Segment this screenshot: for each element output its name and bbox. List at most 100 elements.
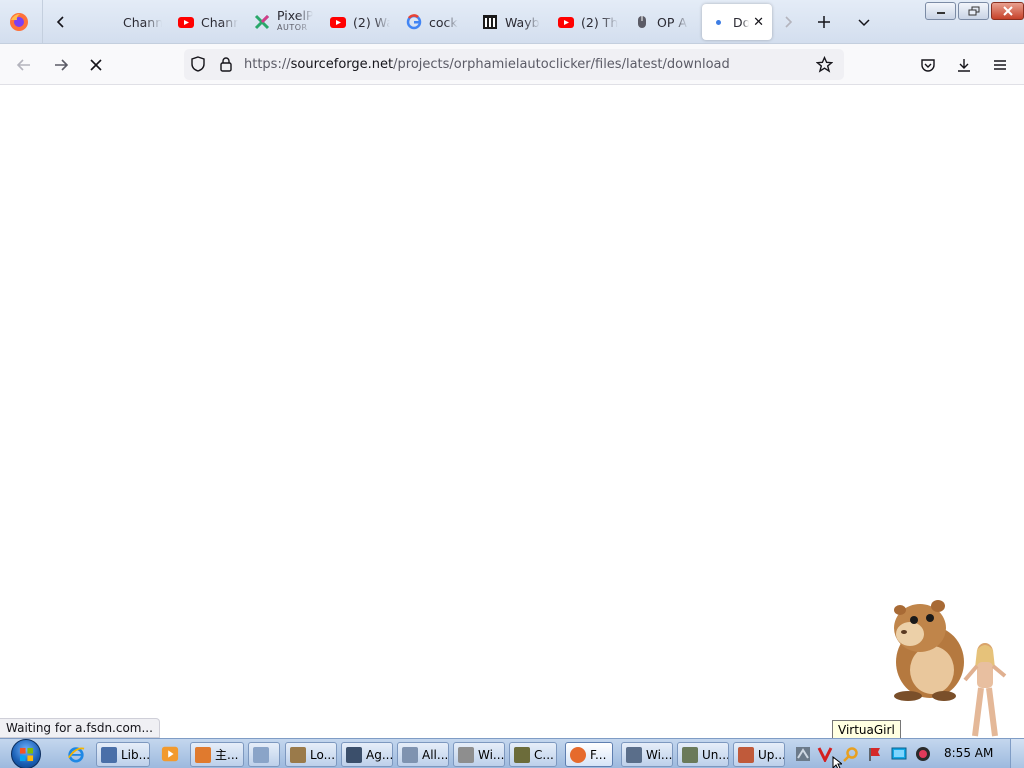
tab-list: Chann Chann PixelP AUTOR (2) Wa cock Way… — [92, 3, 778, 41]
mouse-cursor-icon — [832, 756, 842, 768]
status-panel: Waiting for a.fsdn.com... — [0, 718, 160, 738]
taskbar-label: Up... — [758, 747, 785, 762]
show-desktop-button[interactable] — [1010, 739, 1024, 768]
taskbar-button-1[interactable]: Lib... — [96, 742, 150, 767]
tab-label: Wayb — [505, 14, 540, 30]
forward-button[interactable] — [50, 54, 72, 76]
stop-loading-button[interactable] — [85, 54, 107, 76]
downloads-button[interactable] — [953, 54, 975, 76]
taskbar-label: Lo... — [310, 747, 336, 762]
restore-button[interactable] — [958, 2, 989, 20]
tab-label: PixelP — [277, 10, 314, 22]
taskbar-label: Un... — [702, 747, 729, 762]
tab-label: Dow — [733, 14, 750, 30]
window-controls — [925, 2, 1024, 20]
app-menu-button[interactable] — [989, 54, 1011, 76]
taskbar-button-11[interactable]: Un... — [677, 742, 729, 767]
tab-strip: Chann Chann PixelP AUTOR (2) Wa cock Way… — [0, 0, 1024, 44]
bookmark-star-icon[interactable] — [815, 55, 834, 77]
forward-arrow-icon — [55, 59, 69, 71]
address-bar[interactable]: https://sourceforge.net/projects/orphami… — [184, 49, 844, 80]
windows-logo-icon — [11, 739, 41, 768]
pocket-icon — [921, 59, 935, 72]
media-player-icon[interactable] — [160, 744, 180, 764]
taskbar-button-3[interactable] — [248, 742, 280, 767]
tab-sublabel: AUTOR — [277, 23, 308, 32]
minimize-button[interactable] — [925, 2, 956, 20]
taskbar-button-4[interactable]: Lo... — [285, 742, 337, 767]
tab-label: OP Au — [657, 14, 688, 30]
close-tab-icon[interactable]: ✕ — [753, 14, 764, 30]
app-icon — [195, 746, 211, 763]
start-button[interactable] — [6, 739, 46, 768]
taskbar-button-7[interactable]: Wi... — [453, 742, 505, 767]
system-clock[interactable]: 8:55 AM — [944, 746, 993, 760]
firefox-view-icon[interactable] — [8, 11, 30, 33]
app-icon — [253, 746, 269, 763]
flag-tray-icon[interactable] — [866, 745, 883, 762]
tab-6[interactable]: Wayb — [474, 3, 550, 41]
hamburger-menu-icon — [994, 60, 1006, 70]
search-tray-icon[interactable] — [842, 745, 859, 762]
app-icon — [458, 746, 474, 763]
close-window-button[interactable] — [991, 2, 1024, 20]
lock-icon[interactable] — [218, 56, 234, 76]
list-all-tabs-button[interactable] — [852, 10, 876, 34]
circle-tray-icon[interactable] — [914, 745, 931, 762]
youtube-icon — [558, 14, 574, 30]
app-icon — [626, 746, 642, 763]
virtuagirl-figure-icon[interactable] — [955, 640, 1013, 740]
taskbar-button-firefox[interactable]: F... — [565, 742, 613, 767]
taskbar-button-8[interactable]: C... — [509, 742, 557, 767]
scroll-tabs-left-button[interactable] — [49, 10, 73, 34]
tracking-protection-shield-icon[interactable] — [190, 56, 206, 76]
taskbar-button-6[interactable]: All... — [397, 742, 449, 767]
url-domain: sourceforge.net — [290, 57, 394, 72]
youtube-icon — [178, 14, 194, 30]
pixel-icon — [254, 14, 270, 30]
app-icon — [290, 746, 306, 763]
tab-label: cock — [429, 14, 458, 30]
windows-taskbar: Lib... 主... Lo... Ag... All... Wi... C..… — [0, 738, 1024, 768]
taskbar-button-12[interactable]: Up... — [733, 742, 785, 767]
taskbar-label: 主... — [215, 748, 239, 762]
taskbar-label: Ag... — [366, 747, 393, 762]
pocket-button[interactable] — [917, 54, 939, 76]
virtuagirl-tray-icon[interactable] — [816, 745, 833, 762]
chevron-down-icon — [858, 19, 870, 27]
plus-icon — [818, 16, 830, 28]
tab-label: (2) Wa — [353, 14, 390, 30]
new-tab-button[interactable] — [812, 10, 836, 34]
url-scheme: https:// — [244, 57, 291, 72]
close-icon — [1002, 6, 1013, 16]
tab-label: Chann — [201, 14, 238, 30]
back-arrow-icon — [16, 59, 30, 71]
tab-7[interactable]: (2) Th — [550, 3, 626, 41]
tab-8[interactable]: OP Au — [626, 3, 696, 41]
minimize-icon — [936, 12, 945, 14]
navigation-toolbar: https://sourceforge.net/projects/orphami… — [0, 44, 1024, 85]
loading-dot-icon — [710, 14, 726, 30]
app-icon — [514, 746, 530, 763]
tray-app-icon[interactable] — [794, 745, 811, 762]
tab-active-download[interactable]: Dow ✕ — [702, 4, 772, 40]
tab-4[interactable]: (2) Wa — [322, 3, 398, 41]
taskbar-button-10[interactable]: Wi... — [621, 742, 673, 767]
taskbar-label: F... — [590, 747, 607, 762]
url-text[interactable]: https://sourceforge.net/projects/orphami… — [244, 57, 730, 72]
taskbar-button-2[interactable]: 主... — [190, 742, 244, 767]
taskbar-label: Lib... — [121, 747, 150, 762]
google-icon — [406, 14, 422, 30]
tab-5[interactable]: cock — [398, 3, 474, 41]
taskbar-button-5[interactable]: Ag... — [341, 742, 393, 767]
tab-separator — [42, 0, 43, 44]
restore-icon — [968, 6, 979, 16]
tab-3[interactable]: PixelP AUTOR — [246, 3, 322, 41]
tab-1[interactable]: Chann — [92, 3, 170, 41]
back-button[interactable] — [13, 54, 35, 76]
internet-explorer-icon[interactable] — [66, 744, 86, 764]
display-tray-icon[interactable] — [890, 745, 907, 762]
app-icon — [402, 746, 418, 763]
tab-2[interactable]: Chann — [170, 3, 246, 41]
scroll-tabs-right-button[interactable] — [776, 10, 800, 34]
